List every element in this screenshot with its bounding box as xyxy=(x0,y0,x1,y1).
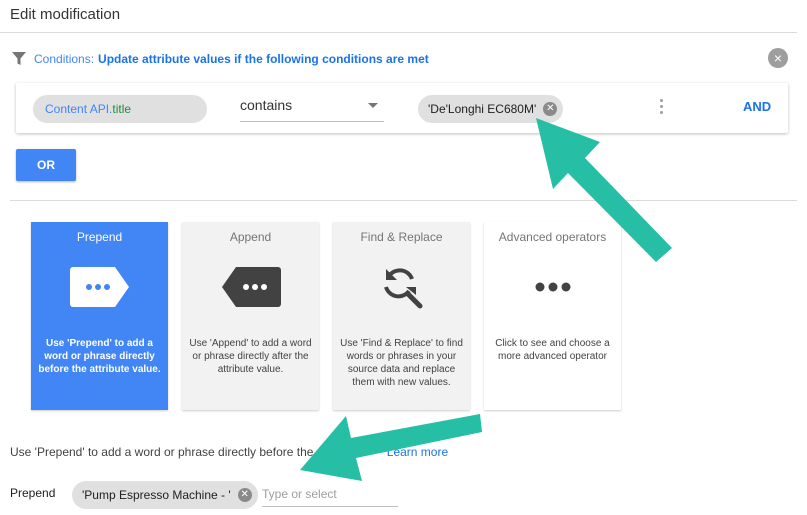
condition-value-chip[interactable]: 'De'Longhi EC680M' ✕ xyxy=(418,95,564,123)
remove-chip-icon[interactable]: ✕ xyxy=(237,488,252,502)
append-tag-icon xyxy=(221,267,281,307)
operation-description: Use 'Find & Replace' to find words or ph… xyxy=(340,338,463,388)
divider xyxy=(0,32,797,33)
more-vert-icon[interactable] xyxy=(660,99,664,117)
more-dots-icon xyxy=(535,282,570,292)
conditions-header: Conditions: Update attribute values if t… xyxy=(12,48,429,70)
prepend-value: 'Pump Espresso Machine - ' xyxy=(82,488,231,502)
prepend-tag-icon xyxy=(69,267,129,307)
operator-select[interactable]: contains xyxy=(240,93,384,122)
condition-row: Content API. title contains 'De'Longhi EC… xyxy=(16,83,788,133)
helper-description: Use 'Prepend' to add a word or phrase di… xyxy=(10,445,324,459)
remove-chip-icon[interactable]: ✕ xyxy=(543,102,558,116)
chevron-down-icon xyxy=(368,103,378,108)
or-button[interactable]: OR xyxy=(16,149,76,181)
operation-card-append[interactable]: Append Use 'Append' to add a word or phr… xyxy=(182,222,319,410)
operator-value: contains xyxy=(240,97,293,113)
divider xyxy=(10,200,797,201)
operation-title: Find & Replace xyxy=(360,230,443,244)
remove-conditions-icon[interactable]: × xyxy=(768,48,788,68)
operation-description: Use 'Prepend' to add a word or phrase di… xyxy=(38,338,161,375)
prepend-input[interactable] xyxy=(262,482,398,507)
operation-title: Advanced operators xyxy=(498,230,607,244)
find-replace-icon xyxy=(383,268,422,309)
learn-more-link[interactable]: Learn more xyxy=(387,445,448,459)
helper-text: Use 'Prepend' to add a word or phrase di… xyxy=(10,445,448,459)
operation-description: Click to see and choose a more advanced … xyxy=(495,338,610,362)
operation-title: Append xyxy=(229,230,272,244)
and-button[interactable]: AND xyxy=(743,99,771,114)
condition-value: 'De'Longhi EC680M' xyxy=(428,102,537,116)
conditions-label: Conditions: xyxy=(34,52,95,66)
operation-description: Use 'Append' to add a word or phrase dir… xyxy=(189,338,312,375)
attribute-source: Content API. xyxy=(45,102,113,116)
operation-card-find-replace[interactable]: Find & Replace Use 'Find & Replace' to f… xyxy=(333,222,470,410)
attribute-name: title xyxy=(112,102,132,116)
operation-card-prepend[interactable]: Prepend Use 'Prepend' to add a word or p… xyxy=(31,222,168,410)
conditions-text: Update attribute values if the following… xyxy=(98,52,429,66)
operation-title: Prepend xyxy=(76,230,123,244)
prepend-label: Prepend xyxy=(10,486,56,500)
filter-icon xyxy=(12,52,26,65)
attribute-chip[interactable]: Content API. title xyxy=(33,95,207,123)
page-title: Edit modification xyxy=(10,6,121,23)
operation-card-advanced[interactable]: Advanced operators Click to see and choo… xyxy=(484,222,621,410)
prepend-value-chip[interactable]: 'Pump Espresso Machine - ' ✕ xyxy=(72,481,258,509)
